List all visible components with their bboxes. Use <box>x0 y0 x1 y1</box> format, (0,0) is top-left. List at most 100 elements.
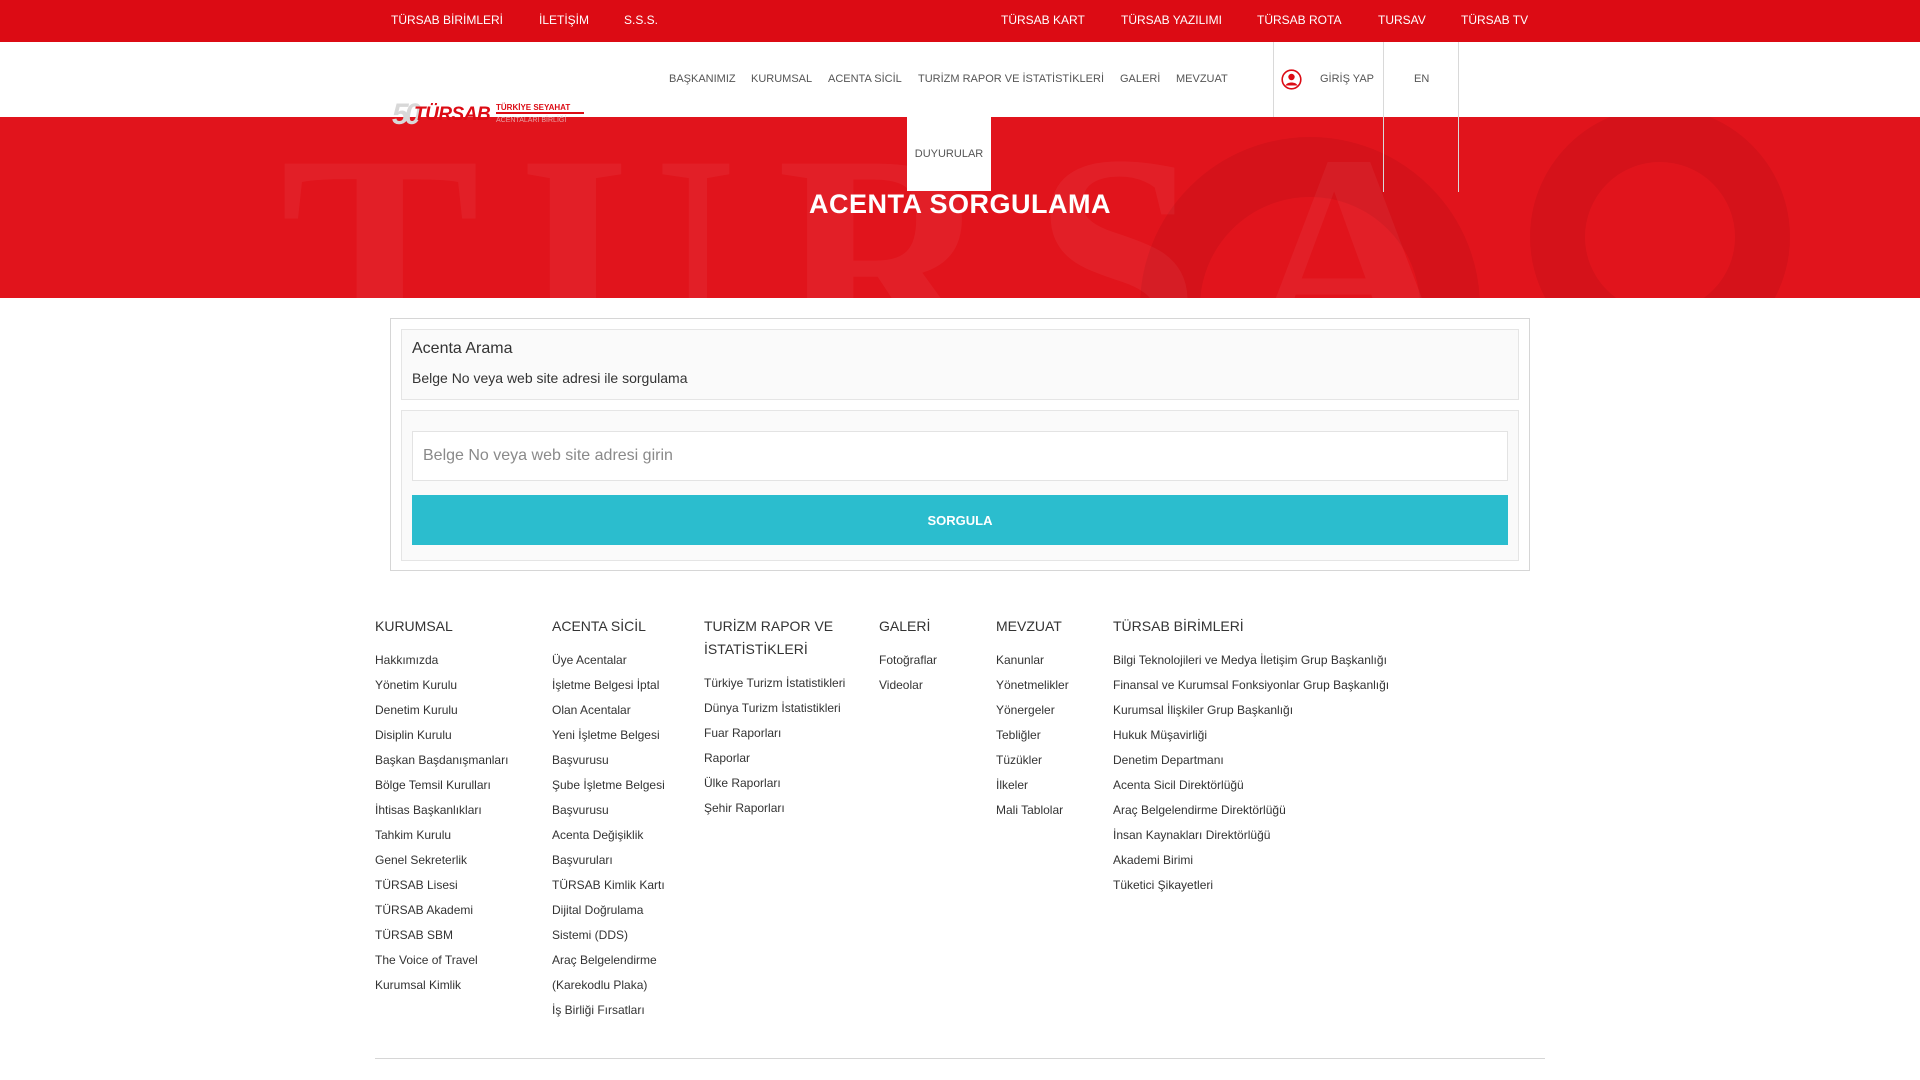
footer-link[interactable]: Türkiye Turizm İstatistikleri <box>704 671 845 696</box>
footer-link[interactable]: İhtisas Başkanlıkları <box>375 798 508 823</box>
nav-item-acenta-sicil[interactable]: ACENTA SİCİL <box>828 42 902 117</box>
footer-link[interactable]: Kurumsal İlişkiler Grup Başkanlığı <box>1113 698 1389 723</box>
footer-link[interactable]: Tahkim Kurulu <box>375 823 508 848</box>
footer-link[interactable]: Acenta Sicil Direktörlüğü <box>1113 773 1389 798</box>
topbar-link-tursav[interactable]: TURSAV <box>1378 0 1426 42</box>
footer-link[interactable]: Fuar Raporları <box>704 721 845 746</box>
footer-heading: ACENTA SİCİL <box>552 618 646 634</box>
topbar-link-yazilimi[interactable]: TÜRSAB YAZILIMI <box>1121 0 1222 42</box>
footer-link[interactable]: TÜRSAB SBM <box>375 923 508 948</box>
footer-link[interactable]: Tüzükler <box>996 748 1069 773</box>
logo-brand: TÜRSAB <box>414 104 491 125</box>
footer-link[interactable]: İş Birliği Fırsatları <box>552 998 665 1023</box>
footer-link[interactable]: Kurumsal Kimlik <box>375 973 508 998</box>
footer-link[interactable]: Fotoğraflar <box>879 648 937 673</box>
language-switch[interactable]: EN <box>1414 42 1429 117</box>
footer-link[interactable]: TÜRSAB Akademi <box>375 898 508 923</box>
footer-link[interactable]: Araç Belgelendirme <box>552 948 665 973</box>
topbar-link-sss[interactable]: S.S.S. <box>624 0 658 42</box>
footer-link[interactable]: Olan Acentalar <box>552 698 665 723</box>
footer-link[interactable]: TÜRSAB Kimlik Kartı <box>552 873 665 898</box>
topbar-link-birimler[interactable]: TÜRSAB BİRİMLERİ <box>391 0 503 42</box>
footer-link[interactable]: (Karekodlu Plaka) <box>552 973 665 998</box>
search-description: Belge No veya web site adresi ile sorgul… <box>412 370 688 386</box>
footer-link[interactable]: Dünya Turizm İstatistikleri <box>704 696 845 721</box>
search-card-header: Acenta Arama Belge No veya web site adre… <box>401 329 1519 400</box>
footer-link[interactable]: Yönetmelikler <box>996 673 1069 698</box>
footer-col-galeri: GALERİ Fotoğraflar Videolar <box>879 615 937 698</box>
search-heading: Acenta Arama <box>412 340 513 357</box>
topbar-link-rota[interactable]: TÜRSAB ROTA <box>1257 0 1341 42</box>
footer-link[interactable]: Tüketici Şikayetleri <box>1113 873 1389 898</box>
footer-heading-line: TURİZM RAPOR VE <box>704 618 834 634</box>
logo-tagsub: ACENTALARI BİRLİĞİ <box>496 117 567 124</box>
login-link[interactable]: GİRİŞ YAP <box>1320 42 1374 117</box>
footer-link[interactable]: Denetim Departmanı <box>1113 748 1389 773</box>
footer-link[interactable]: Yeni İşletme Belgesi <box>552 723 665 748</box>
footer-link[interactable]: Denetim Kurulu <box>375 698 508 723</box>
nav-item-baskanimiz[interactable]: BAŞKANIMIZ <box>669 42 736 117</box>
footer-link[interactable]: Finansal ve Kurumsal Fonksiyonlar Grup B… <box>1113 673 1389 698</box>
nav-item-mevzuat[interactable]: MEVZUAT <box>1176 42 1228 117</box>
footer-link[interactable]: Yönergeler <box>996 698 1069 723</box>
footer-col-acenta-sicil: ACENTA SİCİL Üye Acentalar İşletme Belge… <box>552 615 665 1023</box>
nav-item-galeri[interactable]: GALERİ <box>1120 42 1160 117</box>
footer-link[interactable]: Ülke Raporları <box>704 771 845 796</box>
topbar-link-kart[interactable]: TÜRSAB KART <box>1001 0 1085 42</box>
footer-link[interactable]: Şehir Raporları <box>704 796 845 821</box>
footer-col-birimler: TÜRSAB BİRİMLERİ Bilgi Teknolojileri ve … <box>1113 615 1389 898</box>
footer-link[interactable]: Genel Sekreterlik <box>375 848 508 873</box>
search-input[interactable] <box>412 431 1508 481</box>
footer-heading: TURİZM RAPOR VE İSTATİSTİKLERİ <box>704 615 845 661</box>
footer-link[interactable]: TÜRSAB Lisesi <box>375 873 508 898</box>
footer-link[interactable]: Hakkımızda <box>375 648 508 673</box>
footer-link[interactable]: Akademi Birimi <box>1113 848 1389 873</box>
footer-link[interactable]: İnsan Kaynakları Direktörlüğü <box>1113 823 1389 848</box>
footer-link[interactable]: Başvurusu <box>552 748 665 773</box>
footer-heading: TÜRSAB BİRİMLERİ <box>1113 618 1244 634</box>
footer-link[interactable]: İlkeler <box>996 773 1069 798</box>
footer-link[interactable]: Bölge Temsil Kurulları <box>375 773 508 798</box>
footer-link[interactable]: Disiplin Kurulu <box>375 723 508 748</box>
footer-link[interactable]: Kanunlar <box>996 648 1069 673</box>
footer-col-kurumsal: KURUMSAL Hakkımızda Yönetim Kurulu Denet… <box>375 615 508 998</box>
footer-link[interactable]: Başvuruları <box>552 848 665 873</box>
footer-link[interactable]: Mali Tablolar <box>996 798 1069 823</box>
footer-link[interactable]: Araç Belgelendirme Direktörlüğü <box>1113 798 1389 823</box>
footer-link[interactable]: Acenta Değişiklik <box>552 823 665 848</box>
footer-link[interactable]: Bilgi Teknolojileri ve Medya İletişim Gr… <box>1113 648 1389 673</box>
footer-col-turizm-rapor: TURİZM RAPOR VE İSTATİSTİKLERİ Türkiye Tu… <box>704 615 845 821</box>
topbar-link-tv[interactable]: TÜRSAB TV <box>1461 0 1528 42</box>
footer-link[interactable]: Üye Acentalar <box>552 648 665 673</box>
nav-divider <box>1458 42 1459 192</box>
user-icon[interactable] <box>1281 69 1302 90</box>
search-button[interactable]: SORGULA <box>412 495 1508 545</box>
top-bar: TÜRSAB BİRİMLERİ İLETİŞİM S.S.S. TÜRSAB … <box>0 0 1920 42</box>
footer-heading: KURUMSAL <box>375 618 453 634</box>
page-title: ACENTA SORGULAMA <box>809 189 1111 219</box>
footer-link[interactable]: Yönetim Kurulu <box>375 673 508 698</box>
topbar-link-iletisim[interactable]: İLETİŞİM <box>539 0 589 42</box>
footer-col-mevzuat: MEVZUAT Kanunlar Yönetmelikler Yönergele… <box>996 615 1069 823</box>
footer-link[interactable]: Sistemi (DDS) <box>552 923 665 948</box>
footer-link[interactable]: Başkan Başdanışmanları <box>375 748 508 773</box>
nav-item-turizm-rapor[interactable]: TURİZM RAPOR VE İSTATİSTİKLERİ <box>918 42 1104 117</box>
footer-link[interactable]: Hukuk Müşavirliği <box>1113 723 1389 748</box>
footer-link[interactable]: İşletme Belgesi İptal <box>552 673 665 698</box>
nav-item-duyurular[interactable]: DUYURULAR <box>907 117 991 191</box>
footer-divider <box>375 1058 1545 1059</box>
main-nav: BAŞKANIMIZ KURUMSAL ACENTA SİCİL TURİZM … <box>0 42 1920 117</box>
footer-link[interactable]: Raporlar <box>704 746 845 771</box>
footer-link[interactable]: Başvurusu <box>552 798 665 823</box>
footer-link[interactable]: Tebliğler <box>996 723 1069 748</box>
nav-divider <box>1273 42 1274 117</box>
nav-divider <box>1383 42 1384 192</box>
nav-item-kurumsal[interactable]: KURUMSAL <box>751 42 812 117</box>
footer-link[interactable]: The Voice of Travel <box>375 948 508 973</box>
agency-search-card: Acenta Arama Belge No veya web site adre… <box>390 318 1530 571</box>
footer-link[interactable]: Dijital Doğrulama <box>552 898 665 923</box>
footer-link[interactable]: Şube İşletme Belgesi <box>552 773 665 798</box>
footer-heading: MEVZUAT <box>996 618 1062 634</box>
footer-link[interactable]: Videolar <box>879 673 937 698</box>
tursab-logo[interactable]: 50 TÜRSAB TÜRKİYE SEYAHAT ACENTALARI BİR… <box>392 98 592 132</box>
